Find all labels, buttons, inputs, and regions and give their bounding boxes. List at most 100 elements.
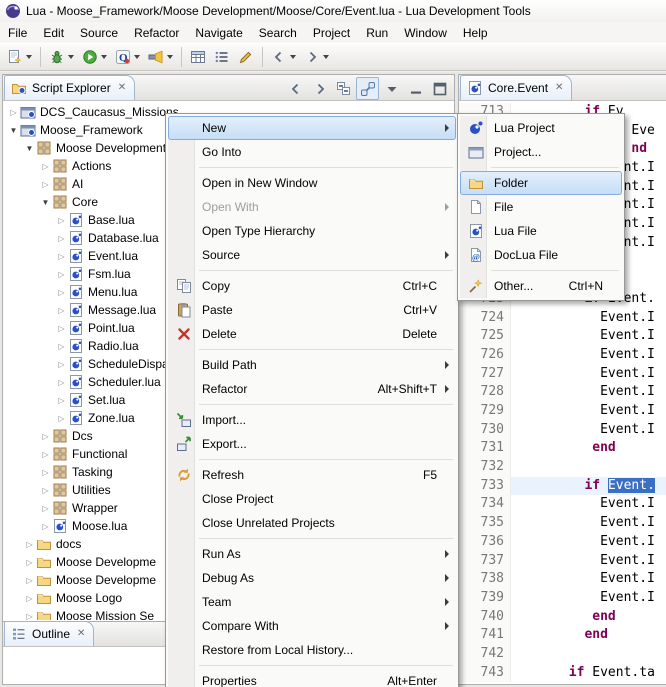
minimize-button[interactable]: [404, 77, 427, 100]
menubar-item-refactor[interactable]: Refactor: [126, 22, 187, 43]
expand-arrow-icon[interactable]: ▷: [55, 378, 68, 387]
menu-item-refresh[interactable]: RefreshF5: [168, 463, 456, 487]
menu-item-shortcut: Ctrl+N: [569, 279, 617, 293]
menu-item-refactor[interactable]: RefactorAlt+Shift+T: [168, 377, 456, 401]
menu-item-go-into[interactable]: Go Into: [168, 140, 456, 164]
menu-item-other[interactable]: Other...Ctrl+N: [460, 274, 622, 298]
expand-arrow-icon[interactable]: ▷: [23, 594, 36, 603]
menu-item-properties[interactable]: PropertiesAlt+Enter: [168, 669, 456, 687]
new-wizard-button[interactable]: [3, 45, 36, 70]
menu-item-close-project[interactable]: Close Project: [168, 487, 456, 511]
tab-outline[interactable]: Outline ✕: [4, 621, 94, 646]
external-tools-button[interactable]: [144, 45, 177, 70]
expand-arrow-icon[interactable]: ▷: [55, 414, 68, 423]
collapse-arrow-icon[interactable]: ▼: [39, 198, 52, 207]
menu-item-label: Copy: [202, 279, 230, 293]
menu-item-run-as[interactable]: Run As: [168, 542, 456, 566]
menu-item-copy[interactable]: CopyCtrl+C: [168, 274, 456, 298]
collapse-arrow-icon[interactable]: ▼: [7, 126, 20, 135]
debug-button[interactable]: [45, 45, 78, 70]
menubar-item-help[interactable]: Help: [455, 22, 496, 43]
line-number: 733: [459, 477, 511, 496]
expand-arrow-icon[interactable]: ▷: [39, 522, 52, 531]
menu-item-compare-with[interactable]: Compare With: [168, 614, 456, 638]
menu-icon-slot: [173, 326, 195, 342]
menubar-item-search[interactable]: Search: [251, 22, 305, 43]
menu-item-close-unrelated-projects[interactable]: Close Unrelated Projects: [168, 511, 456, 535]
menu-item-project[interactable]: Project...: [460, 140, 622, 164]
expand-arrow-icon[interactable]: ▷: [23, 558, 36, 567]
back-button[interactable]: [267, 45, 300, 70]
forward-button[interactable]: [300, 45, 333, 70]
menu-item-restore-from-local-history[interactable]: Restore from Local History...: [168, 638, 456, 662]
outline-view-button[interactable]: [210, 45, 234, 70]
expand-arrow-icon[interactable]: ▷: [55, 360, 68, 369]
menubar-item-file[interactable]: File: [0, 22, 35, 43]
delete-icon: [176, 326, 192, 342]
link-with-editor-button[interactable]: [356, 77, 379, 100]
menu-item-folder[interactable]: Folder: [460, 171, 622, 195]
expand-arrow-icon[interactable]: ▷: [55, 234, 68, 243]
menubar-item-navigate[interactable]: Navigate: [187, 22, 250, 43]
menu-item-lua-project[interactable]: Lua Project: [460, 116, 622, 140]
menu-item-label: Paste: [202, 303, 233, 317]
tree-item-label: Moose Mission Se: [56, 609, 154, 620]
expand-arrow-icon[interactable]: ▷: [23, 540, 36, 549]
menu-item-paste[interactable]: PasteCtrl+V: [168, 298, 456, 322]
menu-item-doclua-file[interactable]: @DocLua File: [460, 243, 622, 267]
menu-item-source[interactable]: Source: [168, 243, 456, 267]
open-element-button[interactable]: [186, 45, 210, 70]
expand-arrow-icon[interactable]: ▷: [7, 108, 20, 117]
menubar-item-window[interactable]: Window: [396, 22, 455, 43]
expand-arrow-icon[interactable]: ▷: [55, 342, 68, 351]
expand-arrow-icon[interactable]: ▷: [39, 450, 52, 459]
menu-item-new[interactable]: New: [168, 116, 456, 140]
collapse-arrow-icon[interactable]: ▼: [23, 144, 36, 153]
menu-item-delete[interactable]: DeleteDelete: [168, 322, 456, 346]
menu-item-lua-file[interactable]: Lua File: [460, 219, 622, 243]
close-icon[interactable]: ✕: [118, 83, 126, 93]
tree-item-label: Set.lua: [88, 393, 125, 407]
menu-item-debug-as[interactable]: Debug As: [168, 566, 456, 590]
menubar-item-run[interactable]: Run: [358, 22, 396, 43]
menubar-item-source[interactable]: Source: [72, 22, 126, 43]
expand-arrow-icon[interactable]: ▷: [39, 432, 52, 441]
last-edit-location-button[interactable]: [234, 45, 258, 70]
back-button[interactable]: [284, 77, 307, 100]
menubar-item-project[interactable]: Project: [305, 22, 358, 43]
expand-arrow-icon[interactable]: ▷: [55, 306, 68, 315]
forward-button[interactable]: [308, 77, 331, 100]
expand-arrow-icon[interactable]: ▷: [55, 396, 68, 405]
menu-item-open-in-new-window[interactable]: Open in New Window: [168, 171, 456, 195]
view-menu-button[interactable]: [380, 77, 403, 100]
expand-arrow-icon[interactable]: ▷: [39, 486, 52, 495]
menu-item-open-type-hierarchy[interactable]: Open Type Hierarchy: [168, 219, 456, 243]
expand-arrow-icon[interactable]: ▷: [55, 270, 68, 279]
expand-arrow-icon[interactable]: ▷: [23, 612, 36, 621]
coverage-button[interactable]: Q: [111, 45, 144, 70]
menubar-item-edit[interactable]: Edit: [35, 22, 72, 43]
expand-arrow-icon[interactable]: ▷: [39, 162, 52, 171]
expand-arrow-icon[interactable]: ▷: [23, 576, 36, 585]
menu-item-build-path[interactable]: Build Path: [168, 353, 456, 377]
menu-item-export[interactable]: Export...: [168, 432, 456, 456]
maximize-button[interactable]: [428, 77, 451, 100]
tab-script-explorer[interactable]: Script Explorer ✕: [4, 75, 135, 100]
expand-arrow-icon[interactable]: ▷: [39, 180, 52, 189]
menu-item-team[interactable]: Team: [168, 590, 456, 614]
close-icon[interactable]: ✕: [77, 629, 85, 639]
menu-icon-slot: [173, 467, 195, 483]
expand-arrow-icon[interactable]: ▷: [55, 216, 68, 225]
expand-arrow-icon[interactable]: ▷: [39, 468, 52, 477]
run-button[interactable]: [78, 45, 111, 70]
menu-item-import[interactable]: Import...: [168, 408, 456, 432]
close-icon[interactable]: ✕: [555, 83, 563, 93]
collapse-all-button[interactable]: [332, 77, 355, 100]
expand-arrow-icon[interactable]: ▷: [55, 288, 68, 297]
tab-core-event[interactable]: Core.Event ✕: [460, 75, 572, 100]
menu-item-open-with[interactable]: Open With: [168, 195, 456, 219]
menu-item-file[interactable]: File: [460, 195, 622, 219]
expand-arrow-icon[interactable]: ▷: [55, 324, 68, 333]
expand-arrow-icon[interactable]: ▷: [55, 252, 68, 261]
expand-arrow-icon[interactable]: ▷: [39, 504, 52, 513]
